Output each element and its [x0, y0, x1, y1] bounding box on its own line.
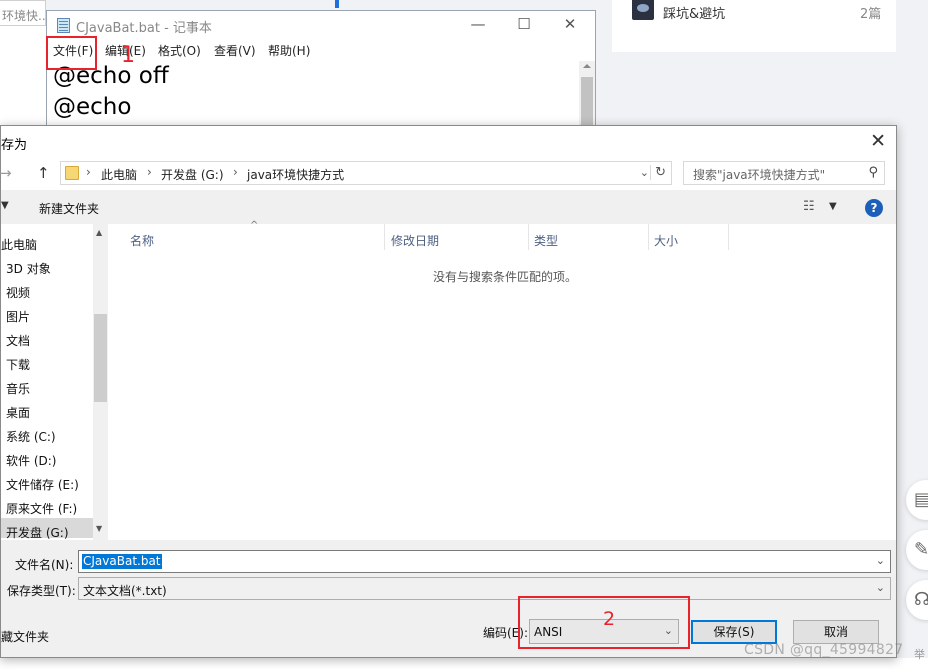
nav-item-downloads[interactable]: 下载: [6, 356, 30, 373]
category-thumbnail: [632, 0, 654, 20]
save-button[interactable]: 保存(S): [691, 620, 777, 644]
filetype-label: 保存类型(T):: [7, 584, 76, 598]
column-divider[interactable]: [728, 224, 729, 250]
breadcrumb-current-folder[interactable]: java环境快捷方式: [247, 166, 344, 183]
dialog-navigation-bar: → ↑ › 此电脑 › 开发盘 (G:) › java环境快捷方式 ⌄ ↻ 搜索…: [0, 158, 896, 190]
filename-input[interactable]: CJavaBat.bat ⌄: [78, 550, 891, 573]
edit-icon[interactable]: ✎: [906, 530, 928, 570]
dialog-bottom-panel: 文件名(N): CJavaBat.bat ⌄ 保存类型(T): 文本文档(*.t…: [1, 540, 896, 657]
dialog-titlebar[interactable]: 存为 ✕: [1, 126, 896, 158]
navigation-pane: 此电脑 3D 对象 视频 图片 文档 下载 音乐 桌面 系统 (C:) 软件 (…: [1, 224, 93, 540]
column-divider[interactable]: [648, 224, 649, 250]
nav-item-drive-d[interactable]: 软件 (D:): [6, 452, 56, 469]
notepad-icon: [57, 18, 70, 33]
save-as-dialog: 存为 ✕ → ↑ › 此电脑 › 开发盘 (G:) › java环境快捷方式 ⌄…: [0, 125, 897, 658]
annotation-highlight-file-menu: [46, 36, 97, 70]
menu-help[interactable]: 帮助(H): [268, 42, 310, 59]
address-bar[interactable]: › 此电脑 › 开发盘 (G:) › java环境快捷方式 ⌄ ↻: [60, 161, 672, 185]
dialog-close-icon[interactable]: ✕: [870, 130, 886, 152]
nav-item-3d-objects[interactable]: 3D 对象: [6, 260, 51, 277]
notepad-text-area[interactable]: @echo off @echo: [47, 61, 581, 129]
annotation-number-2: 2: [603, 608, 616, 630]
report-link[interactable]: 举: [914, 646, 925, 662]
watermark: CSDN @qq_45994827: [744, 642, 904, 658]
dialog-title: 存为: [1, 138, 28, 153]
background-footer: [0, 658, 928, 669]
maximize-button[interactable]: ☐: [501, 11, 547, 39]
background-accent-bar: [335, 0, 339, 8]
scroll-up-icon[interactable]: [583, 64, 591, 68]
nav-item-desktop[interactable]: 桌面: [6, 404, 30, 421]
organize-dropdown-icon[interactable]: ▼: [1, 200, 9, 211]
nav-item-videos[interactable]: 视频: [6, 284, 30, 301]
notepad-titlebar[interactable]: CJavaBat.bat - 记事本 — ☐ ✕: [47, 11, 595, 39]
forward-arrow-icon[interactable]: →: [0, 164, 12, 182]
search-input[interactable]: 搜索"java环境快捷方式" ⚲: [683, 161, 885, 185]
search-icon[interactable]: ⚲: [868, 165, 878, 180]
folder-icon: [65, 166, 79, 180]
file-list-pane: ^ 名称 修改日期 类型 大小 没有与搜索条件匹配的项。: [108, 220, 896, 540]
dialog-toolbar: ▼ 新建文件夹 ☷ ▼ ?: [1, 192, 896, 224]
chevron-down-icon[interactable]: ⌄: [876, 554, 885, 567]
column-header-size[interactable]: 大小: [654, 232, 678, 249]
nav-item-drive-c[interactable]: 系统 (C:): [6, 428, 56, 445]
nav-item-documents[interactable]: 文档: [6, 332, 30, 349]
notepad-window: CJavaBat.bat - 记事本 — ☐ ✕ 文件(F) 编辑(E) 格式(…: [46, 10, 596, 128]
category-count: 2篇: [860, 7, 882, 22]
cancel-button[interactable]: 取消: [793, 620, 879, 644]
view-dropdown-icon[interactable]: ▼: [829, 201, 837, 212]
new-folder-button[interactable]: 新建文件夹: [39, 200, 99, 217]
filetype-value: 文本文档(*.txt): [83, 584, 167, 598]
headset-icon[interactable]: ☊: [906, 580, 928, 620]
chevron-down-icon[interactable]: ⌄: [876, 581, 885, 594]
refresh-icon[interactable]: ↻: [650, 165, 666, 180]
nav-item-drive-e[interactable]: 文件储存 (E:): [6, 476, 79, 493]
scroll-up-icon[interactable]: ▲: [96, 228, 102, 237]
sort-ascending-icon: ^: [250, 220, 259, 231]
search-placeholder: 搜索"java环境快捷方式": [693, 168, 826, 182]
notepad-scrollbar[interactable]: [579, 61, 595, 127]
filename-selected-text: CJavaBat.bat: [82, 554, 162, 569]
menu-format[interactable]: 格式(O): [158, 42, 201, 59]
up-arrow-icon[interactable]: ↑: [37, 164, 50, 182]
notepad-title: CJavaBat.bat - 记事本: [76, 21, 212, 36]
help-icon[interactable]: ?: [865, 199, 883, 217]
filename-label: 文件名(N):: [15, 558, 74, 572]
nav-item-drive-f[interactable]: 原来文件 (F:): [6, 500, 77, 517]
nav-item-music[interactable]: 音乐: [6, 380, 30, 397]
close-button[interactable]: ✕: [547, 11, 593, 39]
breadcrumb-this-pc[interactable]: 此电脑: [101, 166, 137, 183]
chevron-right-icon[interactable]: ›: [233, 165, 238, 179]
menu-view[interactable]: 查看(V): [214, 42, 256, 59]
chevron-right-icon[interactable]: ›: [147, 165, 152, 179]
empty-folder-message: 没有与搜索条件匹配的项。: [433, 270, 578, 284]
hide-folders-toggle[interactable]: 藏文件夹: [1, 628, 49, 645]
column-header-type[interactable]: 类型: [534, 232, 558, 249]
filetype-select[interactable]: 文本文档(*.txt) ⌄: [78, 577, 891, 600]
category-title[interactable]: 踩坑&避坑: [663, 3, 725, 22]
column-divider[interactable]: [384, 224, 385, 250]
nav-item-this-pc[interactable]: 此电脑: [1, 236, 37, 253]
chevron-right-icon[interactable]: ›: [86, 165, 91, 179]
nav-item-pictures[interactable]: 图片: [6, 308, 30, 325]
chevron-down-icon[interactable]: ⌄: [640, 166, 649, 179]
scroll-thumb[interactable]: [94, 314, 107, 402]
minimize-button[interactable]: —: [455, 11, 501, 39]
nav-item-drive-g[interactable]: 开发盘 (G:): [6, 524, 69, 541]
background-search-input[interactable]: 环境快...: [0, 0, 46, 26]
text-line: @echo: [53, 94, 132, 120]
column-header-name[interactable]: 名称: [130, 232, 154, 249]
breadcrumb-drive-g[interactable]: 开发盘 (G:): [161, 166, 224, 183]
annotation-number-1: 1: [121, 43, 135, 68]
navigation-scrollbar[interactable]: ▲ ▼: [93, 224, 108, 540]
background-category-card[interactable]: [612, 0, 896, 52]
scroll-thumb[interactable]: [581, 77, 593, 127]
scroll-down-icon[interactable]: ▼: [96, 524, 102, 533]
clipboard-icon[interactable]: ▤: [906, 480, 928, 520]
column-header-date-modified[interactable]: 修改日期: [391, 232, 439, 249]
view-options-icon[interactable]: ☷: [803, 199, 815, 214]
column-divider[interactable]: [528, 224, 529, 250]
